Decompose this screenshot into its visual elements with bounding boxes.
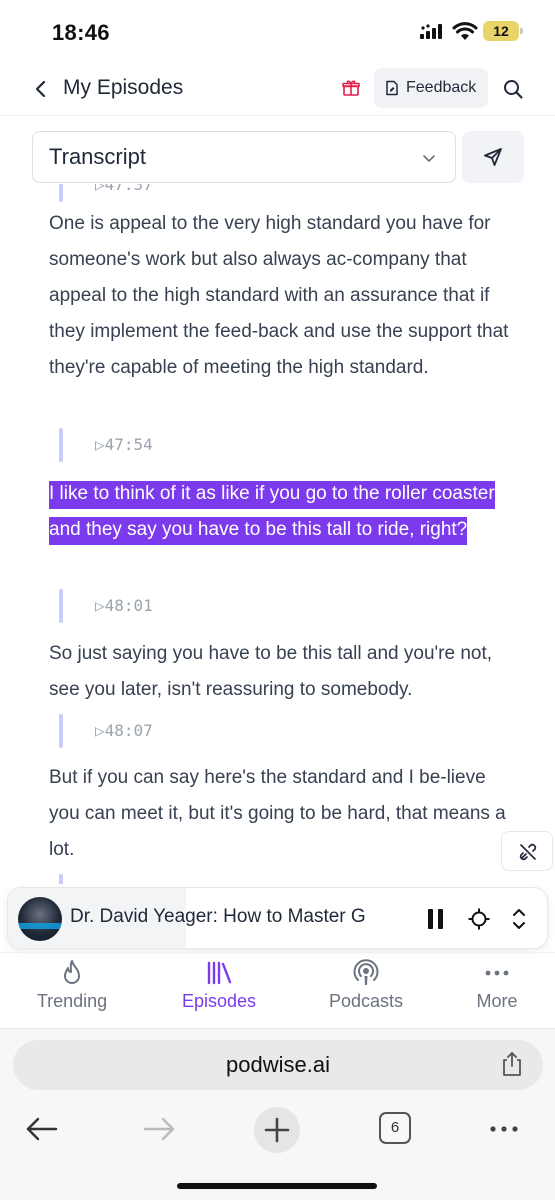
timestamp-bar — [59, 428, 63, 462]
nav-item-podcasts[interactable]: Podcasts — [311, 959, 421, 1012]
view-selector-value: Transcript — [49, 144, 146, 169]
locate-icon[interactable] — [467, 907, 491, 931]
chevron-left-icon[interactable] — [30, 78, 52, 100]
segment-timestamp[interactable] — [59, 874, 219, 884]
nav-label: Podcasts — [328, 991, 404, 1011]
back-arrow-icon[interactable] — [22, 1109, 62, 1149]
send-icon — [484, 148, 502, 166]
segment-timestamp[interactable]: ▷48:07 — [59, 714, 219, 748]
url-text: podwise.ai — [226, 1052, 330, 1077]
gift-icon[interactable] — [342, 79, 360, 97]
chevron-down-icon — [423, 155, 435, 162]
highlighted-text: I like to think of it as like if you go … — [49, 481, 495, 545]
nav-label: Trending — [36, 991, 108, 1011]
player-episode-title[interactable]: Dr. David Yeager: How to Master G — [70, 906, 408, 928]
view-selector[interactable]: Transcript — [32, 131, 456, 183]
nav-item-more[interactable]: More — [442, 959, 552, 1012]
send-button[interactable] — [462, 131, 524, 183]
nav-label: More — [476, 991, 518, 1011]
feedback-label: Feedback — [406, 79, 477, 96]
timestamp-label: ▷47:54 — [95, 435, 153, 454]
timestamp-label: ▷48:07 — [95, 721, 153, 740]
browser-toolbar: podwise.ai 6 — [0, 1028, 555, 1200]
timestamp-label: ▷47:37 — [95, 184, 153, 194]
segment-timestamp[interactable]: ▷47:37 — [59, 184, 219, 202]
episode-artwork — [18, 897, 62, 941]
transcript-content: ▷47:37 One is appeal to the very high st… — [0, 184, 555, 884]
flame-icon — [64, 960, 80, 984]
feedback-icon — [386, 80, 398, 96]
plus-icon — [264, 1117, 290, 1143]
transcript-paragraph-active[interactable]: I like to think of it as like if you go … — [49, 476, 519, 548]
forward-arrow-icon[interactable] — [139, 1109, 179, 1149]
share-icon[interactable] — [501, 1051, 523, 1077]
library-icon — [207, 961, 232, 985]
timestamp-bar — [59, 589, 63, 623]
address-bar[interactable]: podwise.ai — [13, 1040, 543, 1090]
transcript-paragraph[interactable]: So just saying you have to be this tall … — [49, 636, 519, 708]
nav-item-episodes[interactable]: Episodes — [164, 959, 274, 1012]
feedback-button[interactable]: Feedback — [374, 68, 488, 108]
app-header: My Episodes Feedback — [0, 62, 555, 116]
status-time: 18:46 — [52, 20, 110, 45]
chevron-up-down-icon[interactable] — [511, 906, 527, 932]
new-tab-button[interactable] — [254, 1107, 300, 1153]
timestamp-label: ▷48:01 — [95, 596, 153, 615]
signal-icon — [420, 24, 442, 39]
mini-player[interactable]: Dr. David Yeager: How to Master G — [7, 887, 548, 949]
podcast-icon — [353, 959, 379, 985]
more-options-icon[interactable] — [484, 1109, 524, 1149]
nav-item-trending[interactable]: Trending — [17, 959, 127, 1012]
battery-indicator: 12 — [483, 21, 523, 41]
more-icon — [485, 970, 509, 976]
transcript-paragraph[interactable]: But if you can say here's the standard a… — [49, 760, 519, 868]
home-indicator — [177, 1183, 377, 1189]
timestamp-bar — [59, 874, 63, 884]
disable-autoscroll-button[interactable] — [501, 831, 553, 871]
search-icon[interactable] — [502, 78, 524, 100]
unlink-icon — [519, 843, 537, 861]
timestamp-bar — [59, 184, 63, 202]
tab-count-button[interactable]: 6 — [379, 1112, 411, 1144]
segment-timestamp[interactable]: ▷48:01 — [59, 589, 219, 623]
nav-label: Episodes — [181, 991, 257, 1011]
bottom-nav: Trending Episodes Podcasts More — [0, 952, 555, 1028]
page-title[interactable]: My Episodes — [63, 76, 183, 100]
wifi-icon — [452, 22, 478, 40]
status-bar: 18:46 12 — [0, 0, 555, 60]
segment-timestamp[interactable]: ▷47:54 — [59, 428, 219, 462]
timestamp-bar — [59, 714, 63, 748]
transcript-paragraph[interactable]: One is appeal to the very high standard … — [49, 206, 519, 386]
pause-icon[interactable] — [428, 909, 444, 929]
